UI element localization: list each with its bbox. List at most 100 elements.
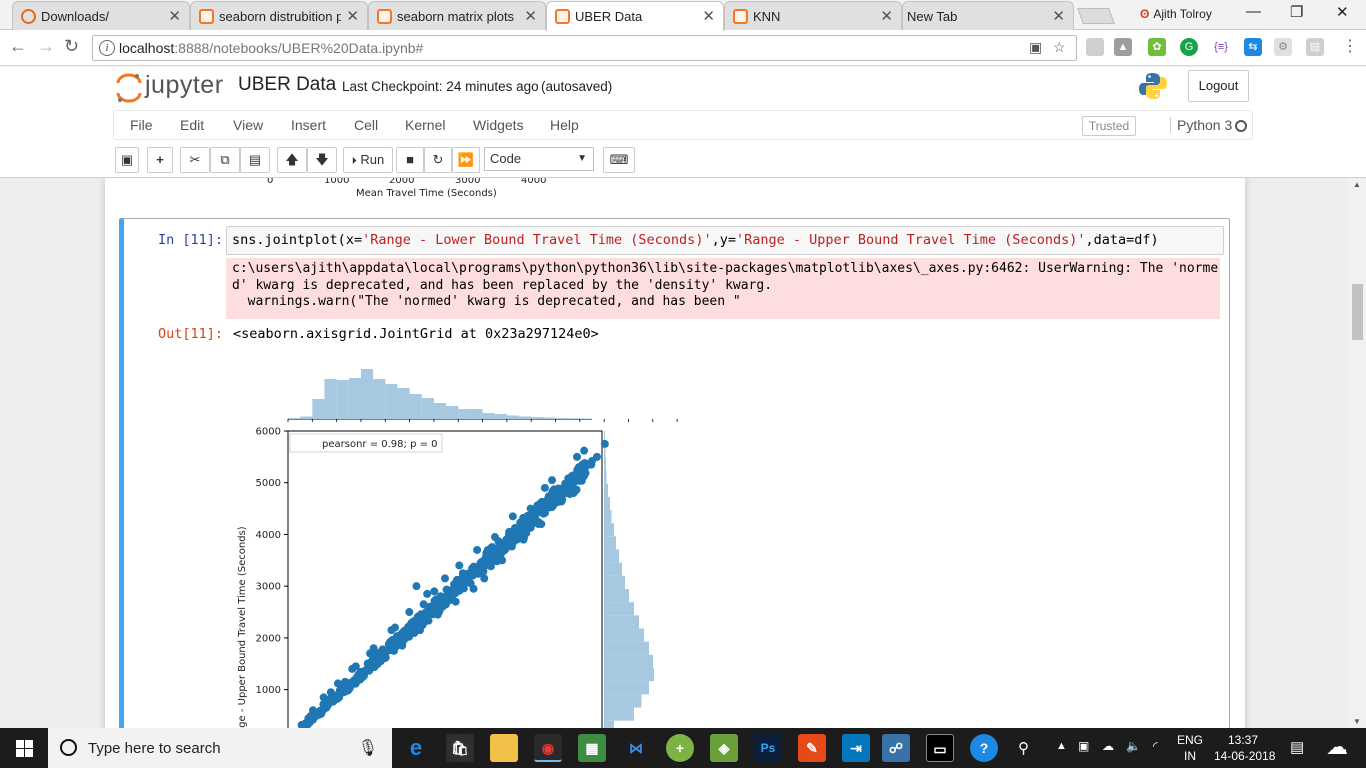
copy-button[interactable]: ⧉ bbox=[210, 147, 240, 173]
json-extension-icon[interactable]: {≡} bbox=[1212, 38, 1230, 56]
grammarly-icon[interactable]: G bbox=[1180, 38, 1198, 56]
tab-seaborn-matrix[interactable]: seaborn matrix plots ✕ bbox=[368, 1, 546, 30]
restore-icon[interactable]: ❐ bbox=[1290, 3, 1303, 21]
trusted-indicator[interactable]: Trusted bbox=[1082, 116, 1136, 136]
menu-edit[interactable]: Edit bbox=[180, 117, 204, 133]
extension-icon[interactable]: ⇆ bbox=[1244, 38, 1262, 56]
reload-icon[interactable]: ↻ bbox=[64, 36, 79, 57]
windows-start-icon[interactable] bbox=[16, 740, 33, 757]
tab-downloads[interactable]: Downloads/ ✕ bbox=[12, 1, 190, 30]
profile-chip[interactable]: ʘ Ajith Tolroy bbox=[1140, 7, 1212, 21]
move-down-button[interactable]: 🡇 bbox=[307, 147, 337, 173]
cut-button[interactable]: ✂ bbox=[180, 147, 210, 173]
save-button[interactable]: ▣ bbox=[115, 147, 139, 173]
close-icon[interactable]: ✕ bbox=[346, 7, 359, 25]
code-cell-selected[interactable]: In [11]: sns.jointplot(x='Range - Lower … bbox=[119, 218, 1230, 728]
extension-icon[interactable] bbox=[1086, 38, 1104, 56]
vscode-icon[interactable]: ⋈ bbox=[622, 734, 650, 762]
store-icon[interactable]: 🛍 bbox=[446, 734, 474, 762]
restart-button[interactable]: ↻ bbox=[424, 147, 452, 173]
cell-type-value: Code bbox=[490, 151, 522, 166]
scroll-down-icon[interactable]: ▼ bbox=[1353, 717, 1361, 726]
code-editor[interactable]: sns.jointplot(x='Range - Lower Bound Tra… bbox=[226, 226, 1224, 255]
cast-blocked-icon[interactable]: ▣ bbox=[1029, 39, 1042, 56]
chrome-icon[interactable]: ◉ bbox=[534, 734, 562, 762]
jupyter-logo-icon[interactable] bbox=[116, 73, 142, 103]
add-app-icon[interactable]: + bbox=[666, 734, 694, 762]
bookmark-star-icon[interactable]: ☆ bbox=[1053, 39, 1066, 56]
close-icon[interactable]: ✕ bbox=[524, 7, 537, 25]
menu-widgets[interactable]: Widgets bbox=[473, 117, 524, 133]
run-button[interactable]: ⏵ Run bbox=[343, 147, 393, 173]
tab-new-tab[interactable]: New Tab ✕ bbox=[902, 1, 1074, 30]
close-window-icon[interactable]: ✕ bbox=[1336, 3, 1349, 21]
network-icon[interactable]: ▣ bbox=[1078, 739, 1089, 753]
close-icon[interactable]: ✕ bbox=[702, 7, 715, 25]
android-studio-icon[interactable]: ◈ bbox=[710, 734, 738, 762]
weather-icon[interactable]: ☁ bbox=[1326, 734, 1348, 760]
scrollbar-thumb[interactable] bbox=[1352, 284, 1363, 340]
logout-button[interactable]: Logout bbox=[1188, 70, 1249, 102]
wifi-icon[interactable]: ◜ bbox=[1153, 739, 1158, 753]
volume-icon[interactable]: 🔈 bbox=[1126, 739, 1141, 753]
tab-uber-data[interactable]: UBER Data ✕ bbox=[546, 1, 724, 31]
extension-icon[interactable]: ⚙ bbox=[1274, 38, 1292, 56]
notebook-area[interactable]: 0 1000 2000 3000 4000 Mean Travel Time (… bbox=[0, 178, 1366, 728]
action-center-icon[interactable]: ▤ bbox=[1290, 738, 1304, 756]
move-up-button[interactable]: 🡅 bbox=[277, 147, 307, 173]
stderr-line: c:\users\ajith\appdata\local\programs\py… bbox=[232, 261, 1219, 276]
address-bar[interactable]: i localhost:8888/notebooks/UBER%20Data.i… bbox=[92, 35, 1077, 61]
taskbar-search[interactable]: Type here to search 🎙 bbox=[48, 728, 392, 768]
tools-app-icon[interactable]: ✎ bbox=[798, 734, 826, 762]
menu-file[interactable]: File bbox=[130, 117, 153, 133]
microphone-icon[interactable]: 🎙 bbox=[358, 738, 378, 758]
close-icon[interactable]: ✕ bbox=[880, 7, 893, 25]
cell-type-select[interactable]: Code ▼ bbox=[484, 147, 594, 171]
language-top[interactable]: ENG bbox=[1177, 733, 1203, 747]
command-palette-button[interactable]: ⌨ bbox=[603, 147, 635, 173]
restart-icon: ↻ bbox=[432, 152, 444, 167]
minimize-icon[interactable]: — bbox=[1246, 3, 1261, 20]
info-icon[interactable]: i bbox=[99, 40, 115, 56]
back-icon[interactable]: ← bbox=[9, 36, 27, 57]
menu-insert[interactable]: Insert bbox=[291, 117, 326, 133]
menu-cell[interactable]: Cell bbox=[354, 117, 378, 133]
page-scrollbar[interactable]: ▲ ▼ bbox=[1349, 178, 1366, 728]
extension-icon[interactable]: ▲ bbox=[1114, 38, 1132, 56]
clock-time[interactable]: 13:37 bbox=[1228, 733, 1258, 747]
menu-kernel[interactable]: Kernel bbox=[405, 117, 445, 133]
scroll-up-icon[interactable]: ▲ bbox=[1353, 180, 1361, 189]
tab-seaborn-distribution[interactable]: seaborn distrubition p ✕ bbox=[190, 1, 368, 30]
terminal-icon[interactable]: ▭ bbox=[926, 734, 954, 762]
restart-run-all-button[interactable]: ⏩ bbox=[452, 147, 480, 173]
close-icon[interactable]: ✕ bbox=[168, 7, 181, 25]
new-tab-button[interactable] bbox=[1077, 8, 1115, 24]
forward-icon[interactable]: → bbox=[37, 36, 55, 57]
menu-help[interactable]: Help bbox=[550, 117, 579, 133]
clock-date[interactable]: 14-06-2018 bbox=[1214, 749, 1275, 763]
tab-knn[interactable]: KNN ✕ bbox=[724, 1, 902, 30]
chrome-menu-icon[interactable]: ⋮ bbox=[1342, 36, 1358, 56]
sheet-app-icon[interactable]: ▦ bbox=[578, 734, 606, 762]
remote-app-icon[interactable]: ⇥ bbox=[842, 734, 870, 762]
help-icon[interactable]: ? bbox=[970, 734, 998, 762]
insert-cell-button[interactable]: + bbox=[147, 147, 173, 173]
edge-icon[interactable]: e bbox=[402, 734, 430, 762]
interrupt-button[interactable]: ■ bbox=[396, 147, 424, 173]
notebook-title[interactable]: UBER Data bbox=[238, 74, 336, 96]
jupyter-icon bbox=[733, 9, 748, 24]
file-explorer-icon[interactable] bbox=[490, 734, 518, 762]
close-icon[interactable]: ✕ bbox=[1052, 7, 1065, 25]
menu-view[interactable]: View bbox=[233, 117, 263, 133]
paste-button[interactable]: ▤ bbox=[240, 147, 270, 173]
tab-label: Downloads/ bbox=[41, 9, 109, 24]
cloud-icon[interactable]: ☁ bbox=[1102, 739, 1114, 753]
photoshop-icon[interactable]: Ps bbox=[754, 734, 782, 762]
python-app-icon[interactable]: ☍ bbox=[882, 734, 910, 762]
people-icon[interactable]: ⚲ bbox=[1018, 739, 1029, 757]
extension-icon[interactable]: ▤ bbox=[1306, 38, 1324, 56]
scatter-point bbox=[405, 608, 414, 617]
extension-icon[interactable]: ✿ bbox=[1148, 38, 1166, 56]
tray-chevron-icon[interactable]: ▲ bbox=[1056, 740, 1067, 752]
language-bottom[interactable]: IN bbox=[1184, 749, 1196, 763]
